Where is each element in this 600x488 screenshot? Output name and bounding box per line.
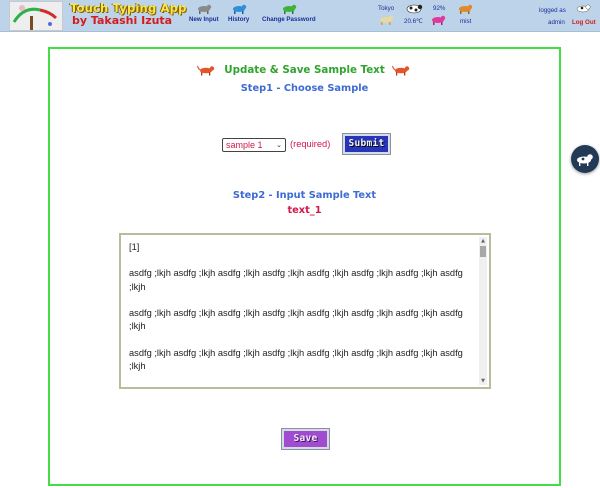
sample-textarea[interactable]: [1] asdfg ;lkjh asdfg ;lkjh asdfg ;lkjh …	[119, 233, 491, 389]
login-status: logged as	[539, 7, 566, 14]
text-line: asdfg ;lkjh asdfg ;lkjh asdfg ;lkjh asdf…	[129, 268, 463, 292]
logout-link[interactable]: Log Out	[572, 19, 596, 26]
chevron-down-icon: ⌄	[276, 142, 282, 149]
nav-new-input-label: New Input	[189, 16, 219, 23]
sample-textarea-content: [1] asdfg ;lkjh asdfg ;lkjh asdfg ;lkjh …	[129, 241, 475, 383]
nav-change-password[interactable]: Change Password	[262, 4, 316, 23]
cat-white-icon	[576, 4, 591, 13]
text-line: asdfg ;lkjh asdfg ;lkjh asdfg ;lkjh asdf…	[129, 347, 463, 371]
scroll-down-icon[interactable]: ▼	[479, 377, 487, 385]
main-card: Update & Save Sample Text Step1 - Choose…	[48, 47, 561, 486]
cat-gray-icon	[197, 4, 211, 14]
scroll-up-icon[interactable]: ▲	[479, 237, 487, 245]
cat-red-icon	[196, 65, 214, 76]
step1-heading: Step1 - Choose Sample	[240, 83, 369, 94]
sample-select-value: sample 1	[226, 140, 263, 150]
nav-new-input[interactable]: New Input	[189, 4, 219, 23]
nav-history[interactable]: History	[228, 4, 249, 23]
weather-city: Tokyo	[378, 5, 395, 12]
cat-spotted-icon	[406, 4, 423, 14]
app-author: by Takashi Izuta	[72, 14, 173, 27]
cat-red-icon	[392, 65, 410, 76]
submit-button[interactable]: Submit	[342, 133, 391, 155]
nav-history-label: History	[228, 16, 250, 23]
sample-select[interactable]: sample 1 ⌄	[222, 138, 286, 152]
page-title: Update & Save Sample Text	[50, 64, 559, 76]
login-user: admin	[548, 19, 565, 26]
save-button[interactable]: Save	[281, 428, 330, 450]
nav-change-password-label: Change Password	[262, 16, 316, 23]
page-title-text: Update & Save Sample Text	[224, 64, 385, 76]
weather-temperature: 20.6℃	[404, 18, 423, 25]
cat-cream-icon	[380, 15, 394, 25]
textarea-scrollbar[interactable]: ▲ ▼	[479, 237, 487, 385]
app-title: Touch Typing App	[70, 1, 187, 15]
step2-heading: Step2 - Input Sample Text	[232, 190, 377, 201]
scroll-thumb[interactable]	[480, 246, 486, 257]
cat-magenta-icon	[432, 15, 446, 25]
app-logo[interactable]	[9, 1, 63, 31]
weather-condition: mist	[460, 18, 472, 25]
floating-action-button[interactable]	[571, 145, 599, 173]
top-header: Touch Typing App by Takashi Izuta New In…	[0, 0, 600, 32]
text-line: [1]	[129, 242, 140, 252]
required-label: (required)	[290, 139, 331, 149]
cat-blue-icon	[232, 4, 246, 14]
text-line: asdfg ;lkjh asdfg ;lkjh asdfg ;lkjh asdf…	[129, 307, 463, 332]
cat-green-icon	[282, 4, 297, 14]
cat-orange-icon	[459, 4, 473, 14]
sample-text-name: text_1	[287, 205, 322, 216]
cat-white-icon	[577, 154, 593, 166]
weather-humidity: 92%	[433, 5, 446, 12]
